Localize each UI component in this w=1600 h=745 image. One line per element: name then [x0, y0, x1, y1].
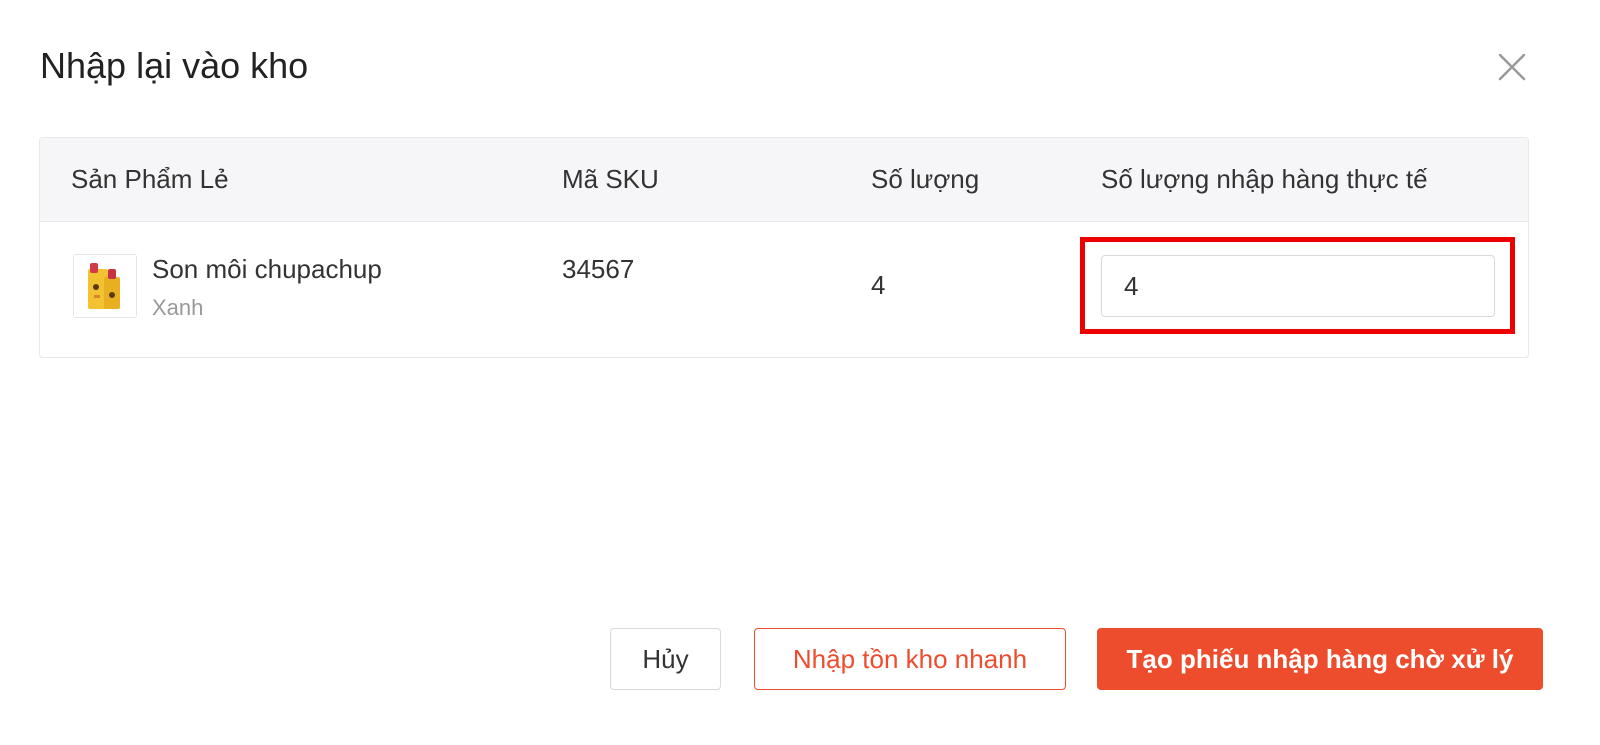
- product-name: Son môi chupachup: [152, 254, 382, 284]
- product-sku: 34567: [562, 254, 635, 284]
- close-icon: [1495, 50, 1529, 84]
- lipstick-product-image: [74, 255, 136, 317]
- close-button[interactable]: [1495, 50, 1529, 84]
- cancel-button[interactable]: Hủy: [610, 628, 721, 690]
- header-quantity: Số lượng: [871, 164, 980, 194]
- product-quantity: 4: [871, 270, 886, 300]
- dialog-title: Nhập lại vào kho: [40, 45, 309, 86]
- table-row: Son môi chupachup Xanh 34567 4: [40, 222, 1528, 358]
- header-product: Sản Phẩm Lẻ: [71, 164, 229, 194]
- table-header: Sản Phẩm Lẻ Mã SKU Số lượng Số lượng nhậ…: [40, 138, 1528, 222]
- create-pending-receipt-button[interactable]: Tạo phiếu nhập hàng chờ xử lý: [1097, 628, 1543, 690]
- header-sku: Mã SKU: [562, 164, 659, 194]
- restock-dialog: Nhập lại vào kho Sản Phẩm Lẻ Mã SKU Số l…: [0, 0, 1600, 745]
- product-thumbnail: [73, 254, 137, 318]
- header-actual-quantity: Số lượng nhập hàng thực tế: [1101, 164, 1428, 194]
- actual-quantity-input[interactable]: [1101, 255, 1495, 317]
- product-table: Sản Phẩm Lẻ Mã SKU Số lượng Số lượng nhậ…: [39, 137, 1529, 358]
- quick-stock-button[interactable]: Nhập tồn kho nhanh: [754, 628, 1066, 690]
- product-variant: Xanh: [152, 295, 204, 320]
